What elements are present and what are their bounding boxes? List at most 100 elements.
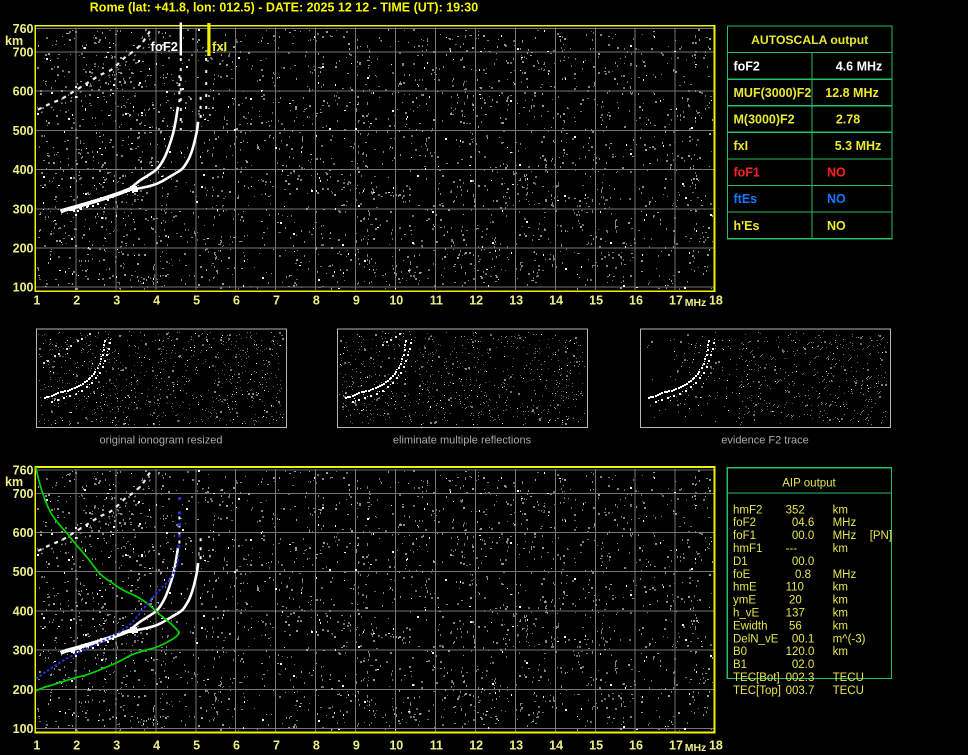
svg-text:km: km (833, 595, 848, 607)
svg-text:AIP output: AIP output (782, 478, 836, 490)
svg-text:2: 2 (73, 294, 80, 308)
svg-text:500: 500 (13, 124, 34, 138)
svg-text:foF2: foF2 (733, 517, 756, 529)
svg-text:[PN]: [PN] (870, 530, 892, 542)
svg-text:foF1: foF1 (733, 530, 756, 542)
svg-text:100: 100 (13, 722, 34, 736)
svg-text:fxI: fxI (734, 139, 749, 153)
svg-text:137: 137 (786, 608, 805, 620)
svg-text:km: km (833, 646, 848, 658)
svg-text:foE: foE (733, 569, 751, 581)
svg-text:15: 15 (589, 739, 603, 753)
svg-text:original ionogram resized: original ionogram resized (100, 435, 223, 447)
svg-text:002.3: 002.3 (786, 672, 815, 684)
svg-text:18: 18 (709, 294, 723, 308)
svg-text:km: km (5, 475, 23, 489)
svg-text:16: 16 (629, 739, 643, 753)
svg-text:Rome (lat: +41.8, lon: 012.5): Rome (lat: +41.8, lon: 012.5) - DATE: 20… (90, 1, 478, 15)
svg-text:00.0: 00.0 (792, 530, 814, 542)
svg-text:120.0: 120.0 (786, 646, 815, 658)
svg-text:2.78: 2.78 (836, 113, 860, 127)
svg-text:352: 352 (786, 504, 805, 516)
svg-text:11: 11 (430, 294, 443, 308)
svg-text:foF2: foF2 (151, 39, 178, 54)
svg-text:km: km (833, 543, 848, 555)
svg-text:20: 20 (789, 595, 802, 607)
svg-text:14: 14 (549, 739, 563, 753)
svg-text:00.1: 00.1 (792, 633, 814, 645)
svg-text:m^(-3): m^(-3) (833, 633, 866, 645)
svg-text:B1: B1 (733, 659, 747, 671)
svg-text:h_vE: h_vE (733, 608, 760, 620)
svg-text:400: 400 (13, 163, 34, 177)
svg-text:km: km (833, 582, 848, 594)
svg-text:17: 17 (669, 739, 683, 753)
svg-text:6: 6 (233, 294, 240, 308)
svg-text:foF1: foF1 (734, 166, 760, 180)
svg-text:15: 15 (589, 294, 603, 308)
svg-text:3: 3 (113, 294, 120, 308)
svg-text:11: 11 (430, 739, 443, 753)
svg-text:17: 17 (669, 294, 683, 308)
svg-text:MHz: MHz (833, 530, 857, 542)
svg-text:ftEs: ftEs (734, 192, 758, 206)
svg-text:300: 300 (13, 202, 34, 216)
svg-text:200: 200 (13, 683, 34, 697)
svg-text:7: 7 (273, 294, 280, 308)
svg-text:7: 7 (273, 739, 280, 753)
svg-text:MHz: MHz (833, 569, 857, 581)
svg-text:10: 10 (389, 294, 403, 308)
svg-text:10: 10 (389, 739, 403, 753)
svg-text:4: 4 (153, 739, 160, 753)
svg-text:13: 13 (509, 294, 523, 308)
svg-text:600: 600 (13, 526, 34, 540)
svg-text:56: 56 (789, 620, 802, 632)
svg-text:4: 4 (153, 294, 160, 308)
svg-text:6: 6 (233, 739, 240, 753)
svg-text:9: 9 (353, 294, 360, 308)
svg-text:9: 9 (353, 739, 360, 753)
svg-text:NO: NO (827, 166, 846, 180)
svg-text:TECU: TECU (833, 685, 864, 697)
svg-text:2: 2 (73, 739, 80, 753)
svg-text:00.0: 00.0 (792, 556, 814, 568)
svg-text:TECU: TECU (833, 672, 864, 684)
svg-text:14: 14 (549, 294, 563, 308)
svg-text:eliminate multiple reflections: eliminate multiple reflections (393, 435, 532, 447)
svg-text:ymE: ymE (733, 595, 756, 607)
svg-text:12: 12 (469, 294, 483, 308)
svg-text:3: 3 (113, 739, 120, 753)
svg-text:1: 1 (33, 739, 40, 753)
svg-text:M(3000)F2: M(3000)F2 (734, 113, 795, 127)
svg-text:04.6: 04.6 (792, 517, 814, 529)
svg-text:4.6 MHz: 4.6 MHz (836, 59, 883, 73)
svg-text:5.3 MHz: 5.3 MHz (835, 139, 882, 153)
svg-text:12.8 MHz: 12.8 MHz (825, 86, 879, 100)
svg-text:DelN_vE: DelN_vE (733, 633, 779, 645)
svg-text:AUTOSCALA output: AUTOSCALA output (751, 33, 868, 47)
svg-text:hmE: hmE (733, 582, 757, 594)
svg-text:---: --- (786, 543, 798, 555)
svg-text:1: 1 (33, 294, 40, 308)
svg-text:100: 100 (13, 281, 34, 295)
svg-text:MHz: MHz (685, 297, 707, 309)
svg-text:hmF1: hmF1 (733, 543, 762, 555)
svg-text:200: 200 (13, 242, 34, 256)
svg-text:MHz: MHz (685, 742, 707, 754)
svg-text:600: 600 (13, 85, 34, 99)
svg-text:8: 8 (313, 294, 320, 308)
svg-text:TEC[Top]: TEC[Top] (733, 685, 781, 697)
svg-text:8: 8 (313, 739, 320, 753)
svg-text:km: km (833, 608, 848, 620)
svg-text:evidence F2 trace: evidence F2 trace (721, 435, 808, 447)
svg-text:NO: NO (827, 219, 846, 233)
svg-text:400: 400 (13, 604, 34, 618)
svg-text:MHz: MHz (833, 517, 857, 529)
svg-text:13: 13 (509, 739, 523, 753)
svg-text:003.7: 003.7 (786, 685, 815, 697)
svg-text:B0: B0 (733, 646, 747, 658)
svg-text:5: 5 (193, 294, 200, 308)
svg-text:12: 12 (469, 739, 483, 753)
svg-text:TEC[Bot]: TEC[Bot] (733, 672, 780, 684)
svg-text:foF2: foF2 (734, 59, 760, 73)
